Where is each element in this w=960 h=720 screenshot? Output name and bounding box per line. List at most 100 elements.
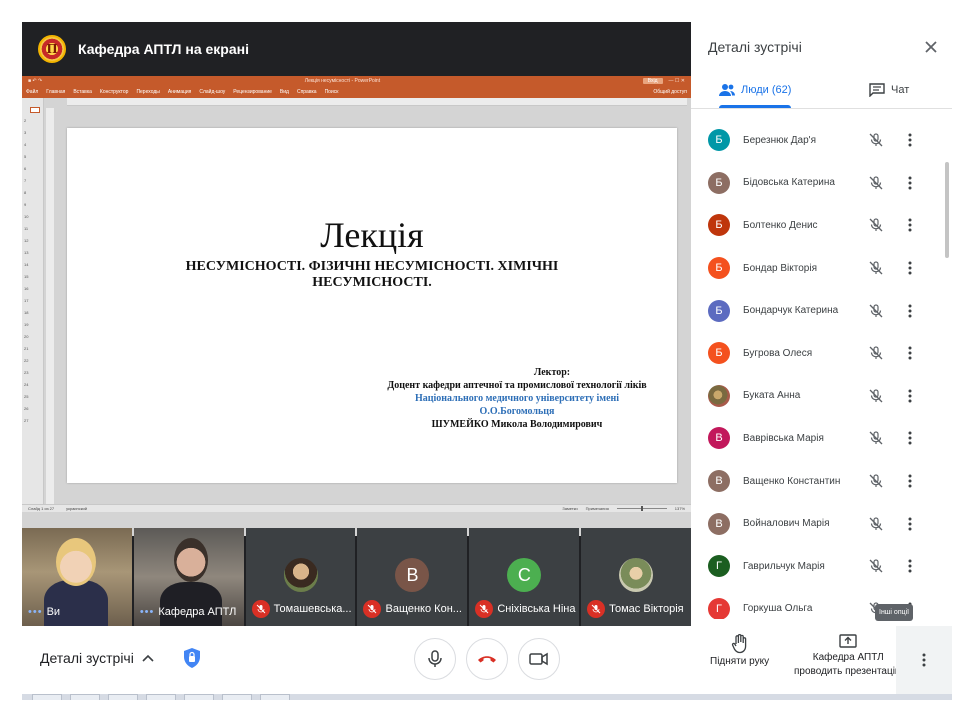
mic-off-icon[interactable] [868,558,884,574]
ppt-menu-transitions[interactable]: Переходы [136,89,159,95]
participant-name: Буката Анна [743,390,801,402]
participant-row[interactable]: Б Болтенко Денис [691,204,941,247]
participant-row[interactable]: Б Бондарчук Катерина [691,289,941,332]
mic-off-icon[interactable] [868,260,884,276]
ppt-menu-slideshow[interactable]: Слайд-шоу [199,89,225,95]
participant-avatar: Г [708,555,730,578]
ppt-thumb-active[interactable] [30,107,40,113]
thumb-num: 6 [24,166,27,171]
more-vert-icon[interactable] [903,132,917,148]
thumb-num: 17 [24,298,29,303]
tile-name: Сніхівська Ніна [497,603,576,615]
more-vert-icon[interactable] [903,388,917,404]
participant-row[interactable]: Б Бідовська Катерина [691,162,941,205]
thumb-num: 18 [24,310,29,315]
ppt-menu-review[interactable]: Рецензирование [233,89,272,95]
taskbar-item[interactable] [260,694,290,700]
raise-hand-button[interactable]: Підняти руку [710,634,769,668]
microphone-icon [428,650,442,667]
ppt-menu-view[interactable]: Вид [280,89,289,95]
participant-video-body [44,580,108,626]
security-shield-icon[interactable] [180,646,204,670]
taskbar-item[interactable] [146,694,176,700]
people-list-scrollbar[interactable] [945,162,949,258]
more-vert-icon[interactable] [903,345,917,361]
mic-off-icon[interactable] [868,132,884,148]
ppt-signin-button[interactable]: Вхід [642,78,663,84]
ppt-share-button[interactable]: Общий доступ [653,89,687,95]
ppt-menu-search[interactable]: Поиск [325,89,339,95]
participant-tile[interactable]: ••• Ви [22,528,132,626]
taskbar-item[interactable] [70,694,100,700]
thumb-num: 9 [24,202,27,207]
participant-tile[interactable]: В Ващенко Кон... [357,528,468,626]
microphone-button[interactable] [414,638,456,680]
meet-window: П Кафедра АПТЛ на екрані ■ ↶ ↷ Лекція не… [0,0,960,720]
camera-button[interactable] [518,638,560,680]
ppt-comments-button[interactable]: Примечания [586,506,609,511]
hang-up-button[interactable] [466,638,508,680]
people-list[interactable]: Б Березнюк Дар'я Б Бідовська Катерина Б Болте… [691,119,941,619]
more-options-button[interactable] [896,626,952,694]
thumb-num: 8 [24,190,27,195]
participant-row[interactable]: Б Березнюк Дар'я [691,119,941,162]
taskbar-item[interactable] [108,694,138,700]
more-vert-icon[interactable] [903,473,917,489]
mic-off-icon[interactable] [868,303,884,319]
more-vert-icon[interactable] [903,303,917,319]
participant-row[interactable]: Буката Анна [691,375,941,418]
participant-avatar: В [708,427,730,450]
participant-tile[interactable]: Томашевська... [245,528,356,626]
more-vert-icon[interactable] [903,260,917,276]
participant-row[interactable]: В Ващенко Константин [691,460,941,503]
more-vert-icon[interactable] [903,217,917,233]
more-vert-icon[interactable] [903,175,917,191]
ppt-menu-design[interactable]: Конструктор [100,89,129,95]
mic-off-icon[interactable] [868,217,884,233]
thumb-num: 14 [24,262,29,267]
participant-video-head [56,538,96,586]
participant-tile[interactable]: ••• Кафедра АПТЛ [133,528,244,626]
mic-off-icon[interactable] [868,345,884,361]
more-vert-icon[interactable] [903,558,917,574]
camera-icon [529,652,548,666]
mic-off-icon[interactable] [868,175,884,191]
mic-off-icon[interactable] [868,388,884,404]
participant-row[interactable]: Б Бугрова Олеся [691,332,941,375]
ppt-notes-button[interactable]: Заметки [562,506,577,511]
participant-row[interactable]: В Войналович Марія [691,502,941,545]
participant-row[interactable]: Г Гаврильчук Марія [691,545,941,588]
participant-video-head [173,538,208,582]
taskbar-item[interactable] [222,694,252,700]
participant-name: Бондар Вікторія [743,262,817,274]
participant-row[interactable]: Б Бондар Вікторія [691,247,941,290]
ppt-slide-counter: Слайд 1 из 27 [28,506,55,511]
mic-off-icon[interactable] [868,430,884,446]
present-screen-icon [839,634,857,648]
participant-tile[interactable]: С Сніхівська Ніна [469,528,580,626]
tile-name: Томашевська... [273,603,352,615]
ppt-zoom-slider[interactable] [616,506,667,511]
tab-chat[interactable]: Чат [869,74,909,106]
mic-off-icon[interactable] [868,473,884,489]
more-vert-icon[interactable] [903,430,917,446]
taskbar-item[interactable] [32,694,62,700]
participant-name: Бондарчук Катерина [743,305,839,317]
mic-off-icon[interactable] [868,516,884,532]
presenting-button[interactable]: Кафедра АПТЛ проводить презентацію [794,634,902,678]
ppt-menu-help[interactable]: Справка [297,89,317,95]
ppt-menu-animations[interactable]: Анимация [168,89,191,95]
ppt-menu-file[interactable]: Файл [26,89,38,95]
participant-row[interactable]: В Ваврівська Марія [691,417,941,460]
ppt-menu-insert[interactable]: Вставка [73,89,92,95]
participant-avatar [708,384,730,407]
more-vert-icon[interactable] [903,516,917,532]
tile-name: Ващенко Кон... [385,603,462,615]
meeting-details-toggle[interactable]: Деталі зустрічі [40,650,154,666]
participant-tile[interactable]: Томас Вікторія [581,528,691,626]
tab-people[interactable]: Люди (62) [719,74,791,106]
taskbar-item[interactable] [184,694,214,700]
close-panel-button[interactable] [922,38,940,56]
ppt-menu-home[interactable]: Главная [46,89,65,95]
ppt-slide-thumbnails[interactable]: 2 3 4 5 6 7 8 9 10 11 12 13 14 15 16 17 … [22,98,44,510]
